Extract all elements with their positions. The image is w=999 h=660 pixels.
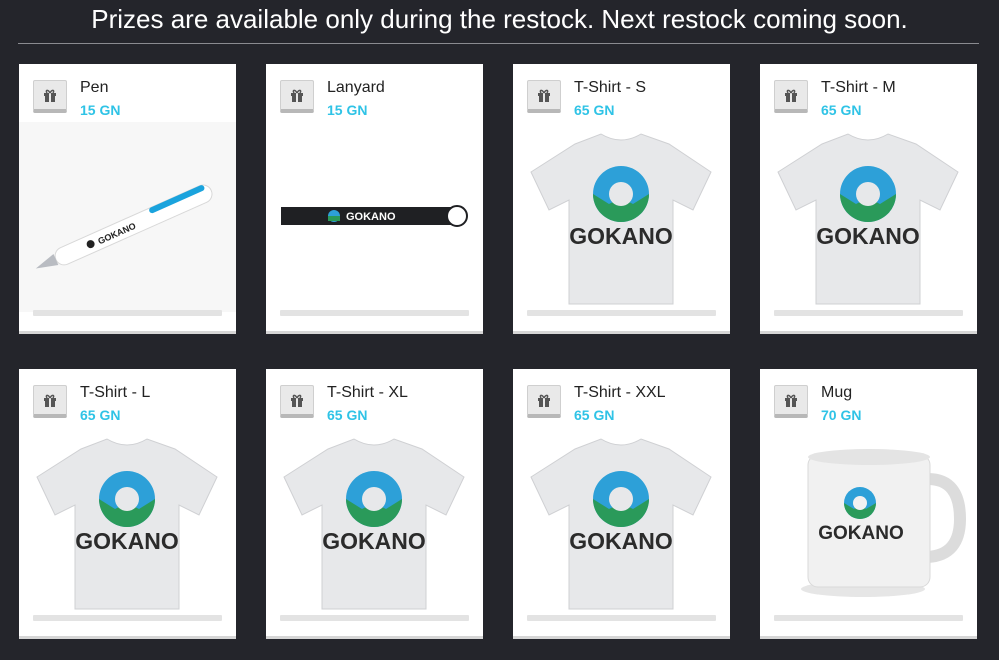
- brand-text: GOKANO: [346, 211, 396, 223]
- prize-price: 70 GN: [821, 407, 862, 423]
- prize-card-mug[interactable]: Mug 70 GN GOKANO: [760, 369, 977, 639]
- brand-text: GOKANO: [816, 223, 920, 249]
- prize-card-tshirt-xxl[interactable]: T-Shirt - XXL 65 GN GOKANO: [513, 369, 730, 639]
- stock-bar: [33, 615, 222, 621]
- lanyard-image: GOKANO: [281, 205, 468, 227]
- prize-card-tshirt-m[interactable]: T-Shirt - M 65 GN GOKANO: [760, 64, 977, 334]
- prize-price: 15 GN: [327, 102, 368, 118]
- stock-bar: [280, 615, 469, 621]
- gift-icon[interactable]: [527, 80, 561, 113]
- prize-price: 65 GN: [574, 407, 615, 423]
- gift-icon[interactable]: [280, 385, 314, 418]
- prize-name: T-Shirt - XXL: [574, 384, 666, 401]
- prize-price: 65 GN: [821, 102, 862, 118]
- stock-bar: [774, 615, 963, 621]
- stock-bar: [280, 310, 469, 316]
- prize-name: Mug: [821, 384, 853, 401]
- brand-text: GOKANO: [569, 528, 673, 554]
- gift-icon[interactable]: [774, 385, 808, 418]
- tshirt-image: GOKANO: [777, 133, 959, 305]
- restock-notice: Prizes are available only during the res…: [91, 4, 908, 34]
- tshirt-image: GOKANO: [283, 438, 465, 610]
- brand-text: GOKANO: [322, 528, 426, 554]
- prize-name: T-Shirt - M: [821, 79, 896, 96]
- prize-name: T-Shirt - L: [80, 384, 151, 401]
- prize-price: 15 GN: [80, 102, 121, 118]
- gift-icon[interactable]: [527, 385, 561, 418]
- prize-name: Pen: [80, 79, 109, 96]
- brand-text: GOKANO: [818, 523, 904, 544]
- gift-icon[interactable]: [774, 80, 808, 113]
- mug-image: GOKANO: [801, 449, 967, 597]
- stock-bar: [527, 615, 716, 621]
- divider: [18, 43, 979, 44]
- stock-bar: [33, 310, 222, 316]
- brand-text: GOKANO: [569, 223, 673, 249]
- tshirt-image: GOKANO: [36, 438, 218, 610]
- gift-icon[interactable]: [280, 80, 314, 113]
- prize-card-tshirt-xl[interactable]: T-Shirt - XL 65 GN GOKANO: [266, 369, 483, 639]
- tshirt-image: GOKANO: [530, 133, 712, 305]
- prize-price: 65 GN: [80, 407, 121, 423]
- pen-image: GOKANO: [19, 122, 236, 312]
- stock-bar: [527, 310, 716, 316]
- prize-name: Lanyard: [327, 79, 385, 96]
- prize-card-pen[interactable]: Pen 15 GN GOKANO: [19, 64, 236, 334]
- brand-text: GOKANO: [75, 528, 179, 554]
- prize-card-tshirt-l[interactable]: T-Shirt - L 65 GN GOKANO: [19, 369, 236, 639]
- prize-name: T-Shirt - S: [574, 79, 647, 96]
- prize-name: T-Shirt - XL: [327, 384, 408, 401]
- prize-price: 65 GN: [574, 102, 615, 118]
- tshirt-image: GOKANO: [530, 438, 712, 610]
- gift-icon[interactable]: [33, 385, 67, 418]
- prize-card-tshirt-s[interactable]: T-Shirt - S 65 GN GOKANO: [513, 64, 730, 334]
- stock-bar: [774, 310, 963, 316]
- prize-card-lanyard[interactable]: Lanyard 15 GN GOKANO: [266, 64, 483, 334]
- prize-price: 65 GN: [327, 407, 368, 423]
- gift-icon[interactable]: [33, 80, 67, 113]
